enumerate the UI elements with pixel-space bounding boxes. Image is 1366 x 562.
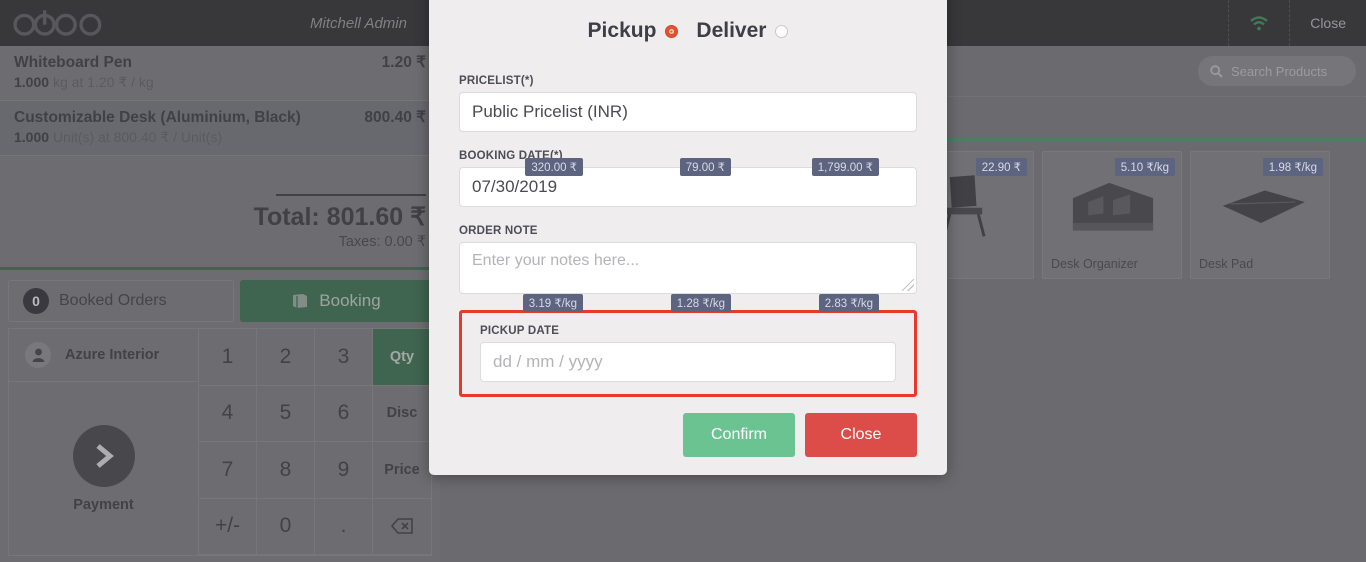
- booking-details-dialog: PHONE CONTACT FOR DELIVERY(*) (870)-931-…: [429, 0, 947, 475]
- product-price: 5.10 ₹/kg: [1114, 158, 1175, 176]
- pricelist-field-label: PRICELIST(*): [459, 75, 534, 87]
- pickup-date-field-label: PICKUP DATE: [480, 325, 560, 337]
- order-note-placeholder: Enter your notes here...: [472, 252, 640, 269]
- radio-label-pickup: Pickup: [587, 19, 657, 42]
- resize-handle-icon[interactable]: [902, 279, 914, 291]
- order-note-field-label: ORDER NOTE: [459, 225, 538, 237]
- product-price: 79.00 ₹: [679, 158, 731, 176]
- product-price: 2.83 ₹/kg: [818, 294, 879, 312]
- close-dialog-button[interactable]: Close: [805, 413, 917, 457]
- product-price: 320.00 ₹: [525, 158, 583, 176]
- order-note-field-group: ORDER NOTE Enter your notes here...: [459, 225, 917, 294]
- product-price: 22.90 ₹: [975, 158, 1027, 176]
- product-price: 3.19 ₹/kg: [522, 294, 583, 312]
- pricelist-field-group: PRICELIST(*) Public Pricelist (INR): [459, 75, 917, 132]
- radio-dot-pickup[interactable]: [665, 24, 679, 38]
- radio-option-deliver[interactable]: Deliver: [696, 19, 789, 43]
- radio-label-deliver: Deliver: [696, 19, 767, 42]
- pricelist-select[interactable]: Public Pricelist (INR): [459, 92, 917, 132]
- pickup-date-input[interactable]: dd / mm / yyyy: [480, 342, 896, 382]
- product-price: 1.28 ₹/kg: [670, 294, 731, 312]
- confirm-button[interactable]: Confirm: [683, 413, 795, 457]
- dialog-actions: Confirm Close: [459, 413, 917, 457]
- delivery-mode-radiogroup: Pickup Deliver: [459, 0, 917, 57]
- radio-option-pickup[interactable]: Pickup: [588, 19, 679, 43]
- product-price: 1.98 ₹/kg: [1262, 158, 1323, 176]
- radio-dot-deliver[interactable]: [775, 24, 789, 38]
- pickup-date-field-group: PICKUP DATE dd / mm / yyyy: [480, 325, 896, 382]
- order-note-textarea[interactable]: Enter your notes here...: [459, 242, 917, 294]
- pickup-date-highlight: PICKUP DATE dd / mm / yyyy: [459, 310, 917, 397]
- product-price: 1,799.00 ₹: [811, 158, 879, 176]
- pos-screen: Mitchell Admin Close Whiteboard Pen 1.20…: [0, 0, 1366, 562]
